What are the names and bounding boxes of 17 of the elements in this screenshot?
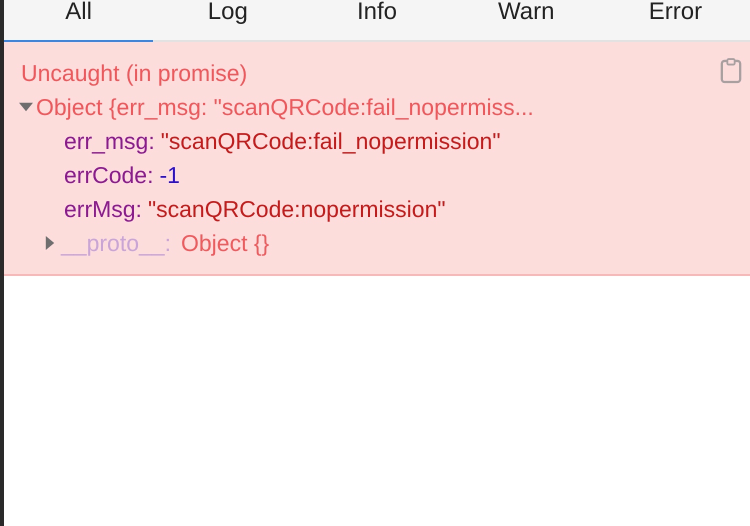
property-value: Object {}	[180, 229, 270, 258]
tab[interactable]: Error	[600, 0, 750, 42]
caret-icon[interactable]	[43, 236, 57, 250]
property-key: __proto__:	[61, 226, 171, 260]
error-title: Uncaught (in promise)	[21, 59, 248, 88]
tab[interactable]: Info	[302, 0, 452, 42]
property-key: err_msg:	[64, 124, 155, 158]
tab[interactable]: Log	[153, 0, 302, 42]
clipboard-icon[interactable]	[720, 58, 742, 84]
property-key: errCode:	[64, 158, 154, 192]
property-value: "scanQRCode:nopermission"	[148, 195, 446, 224]
object-summary: Object {err_msg: "scanQRCode:fail_nopermiss...	[36, 93, 534, 122]
property-value: -1	[159, 161, 180, 190]
caret-icon[interactable]	[19, 100, 33, 114]
tab[interactable]: Warn	[452, 0, 601, 42]
property-value: "scanQRCode:fail_nopermission"	[160, 127, 501, 156]
property-key: errMsg:	[64, 192, 142, 226]
